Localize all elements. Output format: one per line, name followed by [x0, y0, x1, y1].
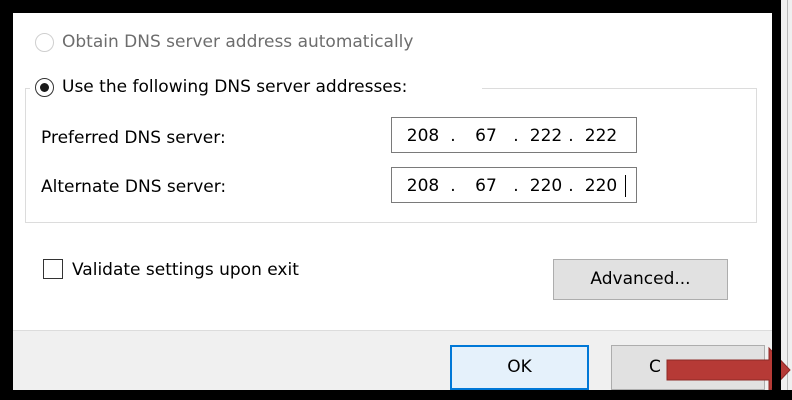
- alternate-ip-octet-2: 67: [475, 176, 497, 196]
- alternate-dns-label: Alternate DNS server:: [41, 177, 227, 197]
- preferred-ip-octet-1: 208: [406, 126, 440, 146]
- preferred-ip-octet-4: 222: [584, 126, 618, 146]
- preferred-ip-octet-2: 67: [475, 126, 497, 146]
- alternate-ip-octet-4: 220: [584, 176, 618, 196]
- frame-top: [0, 0, 780, 13]
- ip-separator: .: [450, 176, 456, 196]
- ok-button[interactable]: OK: [450, 345, 589, 390]
- ip-separator: .: [450, 126, 456, 146]
- radio-selected-dot: [40, 83, 49, 92]
- ip-separator: .: [568, 126, 574, 146]
- advanced-button[interactable]: Advanced...: [553, 259, 728, 300]
- alternate-ip-octet-3: 220: [529, 176, 563, 196]
- validate-settings-checkbox[interactable]: [43, 259, 63, 279]
- use-following-dns-label: Use the following DNS server addresses:: [62, 77, 408, 97]
- frame-right: [772, 0, 781, 400]
- preferred-ip-octet-3: 222: [529, 126, 563, 146]
- obtain-dns-auto-radio[interactable]: [35, 33, 54, 52]
- frame-bottom: [0, 390, 792, 400]
- use-following-dns-radio[interactable]: [35, 78, 54, 97]
- dns-settings-screenshot: Obtain DNS server address automatically …: [0, 0, 792, 400]
- frame-left: [0, 0, 13, 400]
- right-edge-panel: [781, 0, 792, 390]
- ip-separator: .: [513, 126, 519, 146]
- ip-separator: .: [513, 176, 519, 196]
- preferred-dns-label: Preferred DNS server:: [41, 128, 226, 148]
- alternate-ip-octet-1: 208: [406, 176, 440, 196]
- preferred-dns-input[interactable]: 208 . 67 . 222 . 222: [391, 117, 637, 153]
- ip-separator: .: [568, 176, 574, 196]
- alternate-dns-input[interactable]: 208 . 67 . 220 . 220: [391, 167, 637, 203]
- obtain-dns-auto-label: Obtain DNS server address automatically: [62, 32, 414, 52]
- validate-settings-label: Validate settings upon exit: [72, 260, 299, 280]
- text-caret: [625, 175, 626, 197]
